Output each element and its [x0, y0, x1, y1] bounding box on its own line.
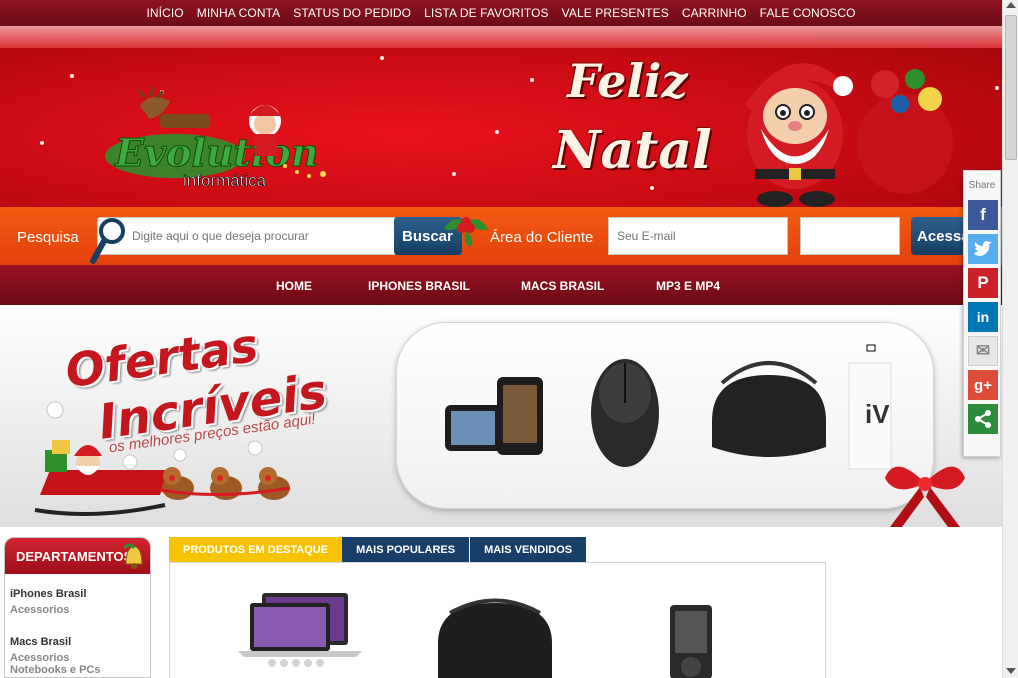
mainnav-home[interactable]: HOME: [276, 279, 312, 293]
main-navigation: HOME IPHONES BRASIL MACS BRASIL MP3 E MP…: [0, 265, 1002, 305]
share-label: Share: [968, 180, 996, 191]
topnav-vale-presentes[interactable]: VALE PRESENTES: [562, 6, 669, 20]
messenger-bag-product-image: [438, 598, 552, 678]
mainnav-macs-brasil[interactable]: MACS BRASIL: [521, 279, 604, 293]
department-macs-brasil[interactable]: Macs Brasil: [5, 636, 150, 648]
logo-text: Evolution: [114, 130, 318, 175]
department-iphones-acessorios[interactable]: Acessorios: [5, 604, 150, 616]
linkedin-icon: in: [976, 309, 990, 325]
holly-icon: [444, 217, 488, 247]
share-icon: [975, 410, 991, 428]
svg-text:iV: iV: [865, 399, 890, 429]
tab-mais-vendidos[interactable]: MAIS VENDIDOS: [470, 537, 587, 563]
mainnav-mp3-e-mp4[interactable]: MP3 E MP4: [656, 279, 720, 293]
topnav-status-do-pedido[interactable]: STATUS DO PEDIDO: [293, 6, 411, 20]
twitter-share-button[interactable]: [968, 234, 998, 264]
christmas-banner: Evolution informática Feliz Natal: [0, 26, 1002, 207]
share-sidebar: Share f P in ✉ g+: [963, 170, 1001, 457]
department-iphones-brasil[interactable]: iPhones Brasil: [5, 588, 150, 600]
snow-dot: [70, 74, 74, 78]
featured-products-images: [238, 593, 712, 678]
magnifier-icon: [90, 218, 125, 264]
messenger-bag-image: [712, 361, 826, 457]
greeting-feliz: Feliz: [567, 54, 688, 108]
scrollbar-thumb[interactable]: [1005, 15, 1017, 160]
client-area-label: Área do Cliente: [490, 229, 594, 246]
linkedin-share-button[interactable]: in: [968, 302, 998, 332]
software-box-image: iV: [848, 344, 892, 470]
santa-claus-illustration: [745, 63, 953, 207]
snow-dot: [530, 78, 534, 82]
google-plus-icon: g+: [974, 376, 992, 394]
twitter-icon: [974, 241, 992, 256]
topnav-fale-conosco[interactable]: FALE CONOSCO: [760, 6, 856, 20]
department-macs-acessorios[interactable]: Acessorios: [5, 652, 150, 664]
greeting-natal: Natal: [553, 120, 712, 181]
pinterest-icon: P: [977, 273, 989, 292]
departments-heading: DEPARTAMENTOS: [5, 538, 150, 574]
departments-title: DEPARTAMENTOS: [16, 549, 133, 564]
facebook-icon: f: [980, 205, 986, 224]
snow-dot: [495, 130, 499, 134]
red-bow-decoration: [885, 466, 965, 527]
mainnav-iphones-brasil[interactable]: IPHONES BRASIL: [368, 279, 470, 293]
logitech-mouse-image: [591, 359, 659, 467]
department-macs-notebooks[interactable]: Notebooks e PCs: [5, 664, 150, 676]
top-navigation: INÍCIO MINHA CONTA STATUS DO PEDIDO LIST…: [0, 0, 1002, 26]
tab-mais-populares[interactable]: MAIS POPULARES: [342, 537, 470, 563]
google-plus-share-button[interactable]: g+: [968, 370, 998, 400]
topnav-inicio[interactable]: INÍCIO: [146, 6, 183, 20]
topnav-carrinho[interactable]: CARRINHO: [682, 6, 747, 20]
topnav-lista-de-favoritos[interactable]: LISTA DE FAVORITOS: [424, 6, 549, 20]
snow-dot: [650, 186, 654, 190]
email-icon: ✉: [975, 341, 991, 360]
pinterest-share-button[interactable]: P: [968, 268, 998, 298]
snow-dot: [995, 86, 999, 90]
store-logo[interactable]: Evolution informática: [105, 86, 375, 196]
bell-icon: [122, 543, 143, 569]
ipod-touch-image: [445, 377, 543, 455]
scroll-up-arrow-icon[interactable]: [1006, 2, 1016, 8]
ipod-nano-product-image: [670, 605, 712, 678]
email-field[interactable]: [608, 217, 788, 255]
search-label: Pesquisa: [17, 229, 79, 246]
tab-produtos-em-destaque[interactable]: PRODUTOS EM DESTAQUE: [169, 537, 343, 563]
product-showcase[interactable]: iV: [396, 322, 934, 509]
snow-dot: [380, 56, 384, 60]
product-tabs: PRODUTOS EM DESTAQUE MAIS POPULARES MAIS…: [169, 537, 587, 563]
featured-products: [169, 562, 826, 678]
scroll-down-arrow-icon[interactable]: [1006, 668, 1016, 674]
password-field[interactable]: [800, 217, 900, 255]
logo-subtext: informática: [183, 171, 267, 190]
showcase-products: iV: [445, 344, 892, 470]
topnav-minha-conta[interactable]: MINHA CONTA: [197, 6, 281, 20]
departments-panel: DEPARTAMENTOS iPhones Brasil Acessorios …: [4, 537, 151, 678]
promo-banner[interactable]: Ofertas Incríveis os melhores preços est…: [0, 305, 1002, 527]
snow-dot: [452, 172, 456, 176]
generic-share-button[interactable]: [968, 404, 998, 434]
search-bar: Pesquisa Buscar Área do Cliente Acessar: [0, 207, 1002, 265]
search-input[interactable]: [97, 217, 395, 255]
facebook-share-button[interactable]: f: [968, 200, 998, 230]
macbook-product-image: [238, 593, 362, 667]
snow-dot: [40, 141, 44, 145]
email-share-button[interactable]: ✉: [968, 336, 998, 366]
vertical-scrollbar[interactable]: [1002, 0, 1018, 678]
